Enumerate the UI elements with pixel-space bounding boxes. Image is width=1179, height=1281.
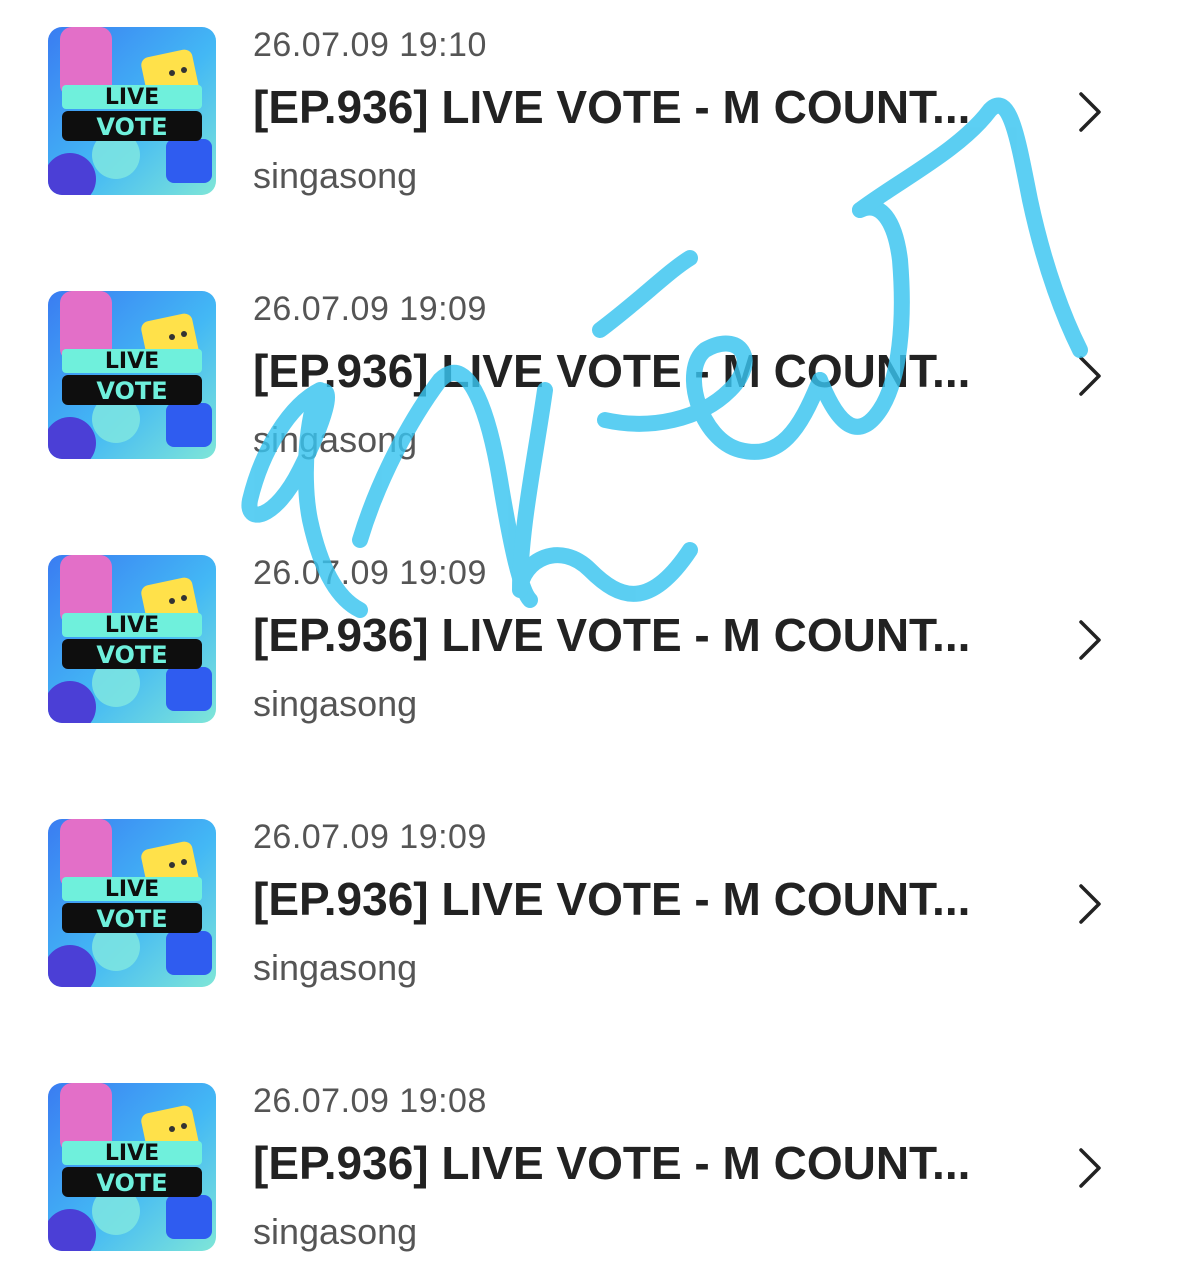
vote-title: [EP.936] LIVE VOTE - M COUNT...: [253, 873, 971, 925]
list-item[interactable]: LIVE VOTE 26.07.09 19:08 [EP.936] LIVE V…: [0, 1056, 1179, 1281]
vote-title: [EP.936] LIVE VOTE - M COUNT...: [253, 609, 971, 661]
artist-name: singasong: [253, 1211, 418, 1252]
vote-date: 26.07.09 19:09: [253, 818, 487, 856]
thumb-top-label: LIVE: [105, 613, 159, 638]
vote-title: [EP.936] LIVE VOTE - M COUNT...: [253, 345, 971, 397]
live-vote-thumbnail: LIVE VOTE: [48, 555, 216, 723]
thumb-top-label: LIVE: [105, 349, 159, 374]
live-vote-thumbnail: LIVE VOTE: [48, 291, 216, 459]
artist-name: singasong: [253, 155, 418, 196]
vote-date: 26.07.09 19:08: [253, 1082, 487, 1120]
list-item[interactable]: LIVE VOTE 26.07.09 19:09 [EP.936] LIVE V…: [0, 264, 1179, 504]
thumb-bottom-label: VOTE: [96, 113, 167, 141]
vote-date: 26.07.09 19:10: [253, 26, 487, 64]
artist-name: singasong: [253, 683, 418, 724]
vote-title: [EP.936] LIVE VOTE - M COUNT...: [253, 1137, 971, 1189]
live-vote-thumbnail: LIVE VOTE: [48, 27, 216, 195]
artist-name: singasong: [253, 419, 418, 460]
vote-history-page: LIVE VOTE 26.07.09 19:10 [EP.936] LIVE V…: [0, 0, 1179, 1281]
live-vote-thumbnail: LIVE VOTE: [48, 819, 216, 987]
list-item[interactable]: LIVE VOTE 26.07.09 19:10 [EP.936] LIVE V…: [0, 0, 1179, 240]
thumb-top-label: LIVE: [105, 85, 159, 110]
live-vote-thumbnail: LIVE VOTE: [48, 1083, 216, 1251]
list-item[interactable]: LIVE VOTE 26.07.09 19:09 [EP.936] LIVE V…: [0, 792, 1179, 1032]
vote-date: 26.07.09 19:09: [253, 290, 487, 328]
thumb-bottom-label: VOTE: [96, 377, 167, 405]
thumb-top-label: LIVE: [105, 1141, 159, 1166]
thumb-bottom-label: VOTE: [96, 1169, 167, 1197]
list-item[interactable]: LIVE VOTE 26.07.09 19:09 [EP.936] LIVE V…: [0, 528, 1179, 768]
chevron-right-icon[interactable]: [1072, 354, 1108, 398]
chevron-right-icon[interactable]: [1072, 90, 1108, 134]
thumb-top-label: LIVE: [105, 877, 159, 902]
chevron-right-icon[interactable]: [1072, 882, 1108, 926]
thumb-bottom-label: VOTE: [96, 641, 167, 669]
thumb-bottom-label: VOTE: [96, 905, 167, 933]
artist-name: singasong: [253, 947, 418, 988]
chevron-right-icon[interactable]: [1072, 618, 1108, 662]
vote-title: [EP.936] LIVE VOTE - M COUNT...: [253, 81, 971, 133]
vote-date: 26.07.09 19:09: [253, 554, 487, 592]
chevron-right-icon[interactable]: [1072, 1146, 1108, 1190]
